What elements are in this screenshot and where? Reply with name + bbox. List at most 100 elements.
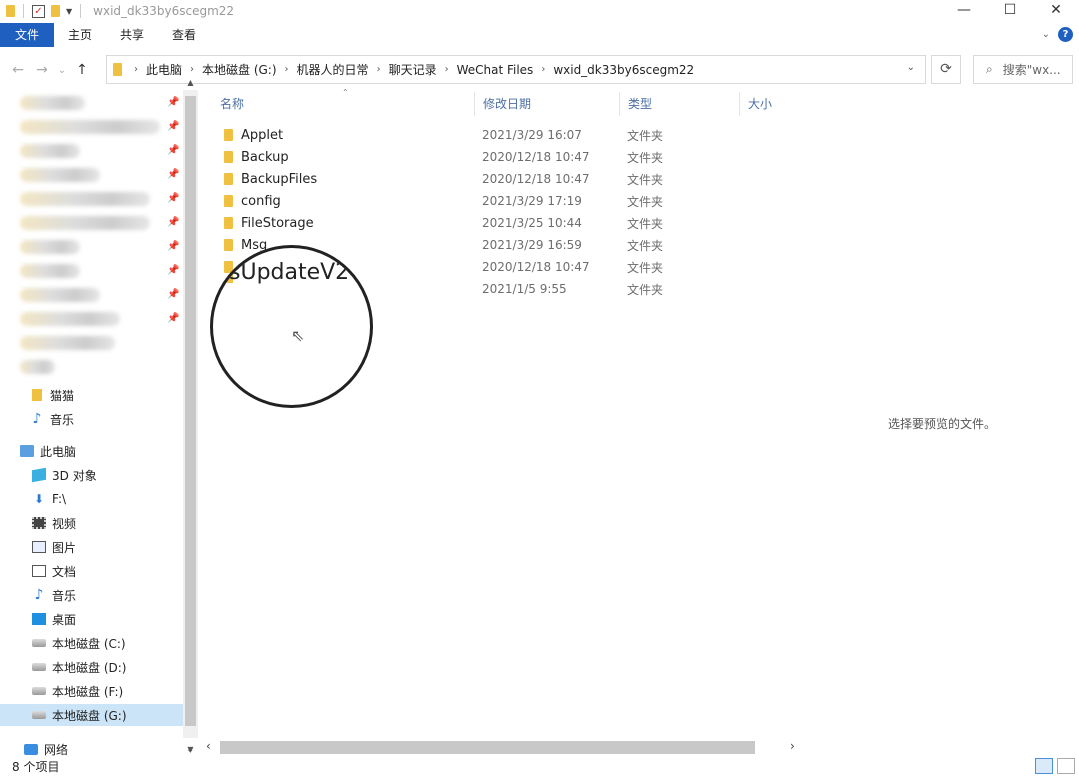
sidebar-item-desktop[interactable]: 桌面 — [0, 608, 183, 630]
folder-icon — [224, 173, 233, 185]
sidebar-item-drive-d[interactable]: 本地磁盘 (D:) — [0, 656, 183, 678]
sidebar-item-downloads[interactable]: ⬇ F:\ — [0, 488, 183, 510]
sidebar-item-drive-g[interactable]: 本地磁盘 (G:) — [0, 704, 183, 726]
forward-button[interactable]: → — [30, 62, 54, 78]
expand-ribbon-icon[interactable]: ⌄ — [1042, 29, 1050, 40]
sidebar-item-videos[interactable]: 视频 — [0, 512, 183, 534]
sidebar-item-music[interactable]: ♪ 音乐 — [0, 584, 183, 606]
pinned-item-redacted[interactable] — [20, 216, 150, 230]
preview-message: 选择要预览的文件。 — [888, 417, 997, 431]
folder-icon — [32, 389, 42, 401]
sidebar-item-pictures[interactable]: 图片 — [0, 536, 183, 558]
status-bar: 8 个项目 — [0, 757, 1079, 776]
pinned-item-redacted[interactable] — [20, 264, 80, 278]
scrollbar-thumb[interactable] — [185, 96, 196, 726]
quick-access-toolbar: ✓ ▼ — [0, 4, 83, 18]
sidebar-item-cats[interactable]: 猫猫 — [0, 384, 183, 406]
scrollbar-thumb[interactable] — [220, 741, 755, 754]
back-button[interactable]: ← — [6, 62, 30, 78]
pinned-item-redacted[interactable] — [20, 240, 80, 254]
music-icon: ♪ — [34, 587, 44, 603]
list-item[interactable]: Applet 2021/3/29 16:07 文件夹 — [212, 124, 727, 146]
list-item[interactable]: BackupFiles 2020/12/18 10:47 文件夹 — [212, 168, 727, 190]
refresh-button[interactable]: ⟳ — [931, 55, 961, 84]
desktop-icon — [32, 613, 46, 625]
pinned-item-redacted[interactable] — [20, 336, 115, 350]
close-button[interactable]: ✕ — [1033, 0, 1079, 22]
breadcrumb-item[interactable]: wxid_dk33by6scegm22 — [553, 63, 694, 77]
drive-icon — [32, 711, 46, 719]
folder-icon[interactable] — [6, 5, 15, 17]
customize-toolbar-icon[interactable]: ▼ — [66, 7, 72, 16]
scroll-up-icon[interactable]: ▲ — [183, 78, 198, 87]
document-icon — [32, 565, 46, 577]
sidebar-item-documents[interactable]: 文档 — [0, 560, 183, 582]
pinned-item-redacted[interactable] — [20, 360, 55, 374]
pc-icon — [20, 445, 34, 457]
sidebar-item-drive-f[interactable]: 本地磁盘 (F:) — [0, 680, 183, 702]
breadcrumb-item[interactable]: 机器人的日常 › — [297, 61, 389, 78]
breadcrumb-item[interactable]: 本地磁盘 (G:) › — [202, 61, 297, 78]
recent-locations-button[interactable]: ⌄ — [54, 65, 70, 76]
list-item[interactable]: Backup 2020/12/18 10:47 文件夹 — [212, 146, 727, 168]
list-item[interactable]: FileStorage 2021/3/25 10:44 文件夹 — [212, 212, 727, 234]
sort-ascending-icon: ⌃ — [342, 88, 349, 97]
chevron-down-icon[interactable]: ⌄ — [907, 62, 915, 73]
download-icon: ⬇ — [33, 492, 45, 506]
new-folder-icon[interactable] — [51, 5, 60, 17]
film-icon — [32, 517, 46, 529]
pinned-item-redacted[interactable] — [20, 168, 100, 182]
search-input[interactable]: ⌕ 搜索"wx... — [973, 55, 1073, 84]
chevron-down-icon[interactable]: ⌄ — [186, 744, 194, 755]
drive-icon — [32, 639, 46, 647]
tab-share[interactable]: 共享 — [106, 23, 158, 47]
pinned-item-redacted[interactable] — [20, 96, 85, 110]
magnifier-lens: sUpdateV2 ⇖ — [210, 245, 373, 408]
tab-home[interactable]: 主页 — [54, 23, 106, 47]
breadcrumb-item[interactable]: 此电脑 › — [146, 61, 202, 78]
column-size[interactable]: 大小 — [740, 92, 840, 116]
chevron-right-icon: › — [190, 64, 195, 75]
pinned-item-redacted[interactable] — [20, 288, 100, 302]
properties-icon[interactable]: ✓ — [32, 4, 45, 18]
minimize-button[interactable]: — — [941, 0, 987, 22]
column-date[interactable]: 修改日期 — [475, 92, 620, 116]
sidebar-item-music-quick[interactable]: ♪ 音乐 — [0, 408, 183, 430]
large-icons-view-icon[interactable] — [1057, 758, 1075, 774]
chevron-right-icon: › — [284, 64, 289, 75]
address-bar[interactable]: › 此电脑 › 本地磁盘 (G:) › 机器人的日常 › 聊天记录 › WeChat F… — [106, 55, 926, 84]
pin-icon: 📌 — [167, 289, 180, 300]
up-button[interactable]: ↑ — [70, 62, 94, 78]
help-icon[interactable]: ? — [1058, 27, 1073, 42]
divider — [80, 4, 82, 18]
tab-file[interactable]: 文件 — [0, 23, 54, 47]
pinned-item-redacted[interactable] — [20, 144, 80, 158]
scroll-right-icon[interactable]: › — [790, 739, 795, 753]
pin-icon: 📌 — [167, 313, 180, 324]
window-title: wxid_dk33by6scegm22 — [93, 4, 235, 18]
breadcrumb-item[interactable]: WeChat Files › — [457, 63, 554, 77]
ribbon-tabs: 文件 主页 共享 查看 ⌄ ? — [0, 23, 1079, 47]
file-list-hscrollbar[interactable]: ‹ › — [200, 738, 800, 755]
sidebar-item-drive-c[interactable]: 本地磁盘 (C:) — [0, 632, 183, 654]
music-icon: ♪ — [32, 411, 42, 427]
breadcrumb-item[interactable]: 聊天记录 › — [389, 61, 457, 78]
chevron-right-icon: › — [376, 64, 381, 75]
pinned-item-redacted[interactable] — [20, 120, 160, 134]
maximize-button[interactable]: ☐ — [987, 0, 1033, 22]
search-icon: ⌕ — [986, 62, 993, 76]
search-placeholder: 搜索"wx... — [1002, 63, 1061, 77]
column-headers: ⌃ 名称 修改日期 类型 大小 — [212, 88, 840, 116]
sidebar-scrollbar[interactable]: ▲ ▼ — [183, 78, 198, 754]
scroll-left-icon[interactable]: ‹ — [206, 739, 211, 753]
sidebar-item-3d-objects[interactable]: 3D 对象 — [0, 464, 183, 486]
details-view-icon[interactable] — [1035, 758, 1053, 774]
list-item[interactable]: config 2021/3/29 17:19 文件夹 — [212, 190, 727, 212]
tab-view[interactable]: 查看 — [158, 23, 210, 47]
column-type[interactable]: 类型 — [620, 92, 740, 116]
pinned-item-redacted[interactable] — [20, 312, 120, 326]
divider — [23, 4, 24, 18]
sidebar-item-this-pc[interactable]: 此电脑 — [0, 440, 183, 462]
pinned-item-redacted[interactable] — [20, 192, 150, 206]
magnified-text: sUpdateV2 — [229, 260, 350, 285]
